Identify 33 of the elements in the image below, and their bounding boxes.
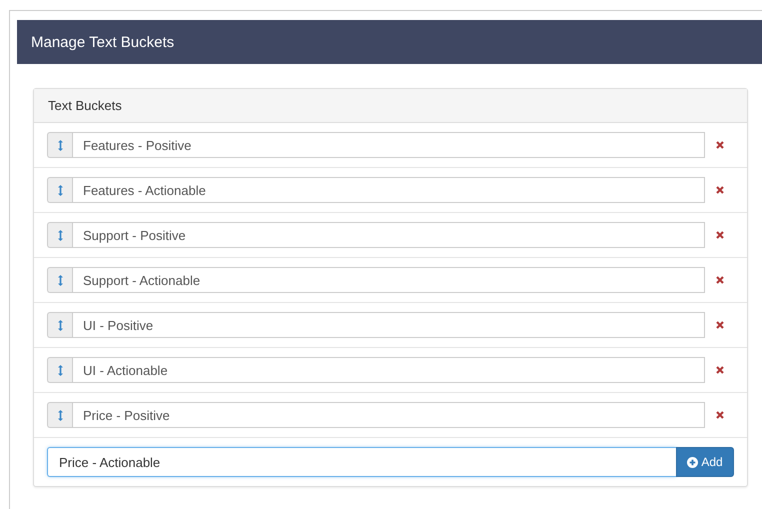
bucket-name-field[interactable]: Price - Positive [72,402,705,428]
delete-icon[interactable] [716,231,724,239]
bucket-name-field[interactable]: Features - Actionable [72,177,705,203]
drag-handle[interactable] [47,132,72,158]
bucket-name-field[interactable]: Features - Positive [72,132,705,158]
vertical-arrows-icon [58,140,62,150]
delete-icon[interactable] [716,141,724,149]
plus-circle-icon [687,456,698,468]
delete-icon[interactable] [716,186,724,194]
drag-handle[interactable] [47,267,72,293]
delete-icon[interactable] [716,321,724,329]
delete-icon[interactable] [716,276,724,284]
bucket-name-field[interactable]: Support - Positive [72,222,705,248]
drag-handle[interactable] [47,177,72,203]
drag-handle[interactable] [47,222,72,248]
vertical-arrows-icon [58,274,62,286]
panel-title: Text Buckets [48,98,122,113]
drag-handle[interactable] [47,357,72,383]
vertical-arrows-icon [58,230,62,240]
delete-icon[interactable] [716,366,724,374]
vertical-arrows-icon [58,184,62,196]
add-button[interactable]: Add [676,447,734,477]
vertical-arrows-icon [58,320,62,330]
page-title: Manage Text Buckets [31,34,174,50]
delete-icon[interactable] [716,411,724,419]
bucket-name-field[interactable]: Support - Actionable [72,267,705,293]
vertical-arrows-icon [58,364,62,376]
bucket-name-field[interactable]: UI - Positive [72,312,705,338]
drag-handle[interactable] [47,312,72,338]
new-bucket-field[interactable]: Price - Actionable [47,447,676,477]
drag-handle[interactable] [47,402,72,428]
bucket-name-field[interactable]: UI - Actionable [72,357,705,383]
vertical-arrows-icon [58,410,62,420]
